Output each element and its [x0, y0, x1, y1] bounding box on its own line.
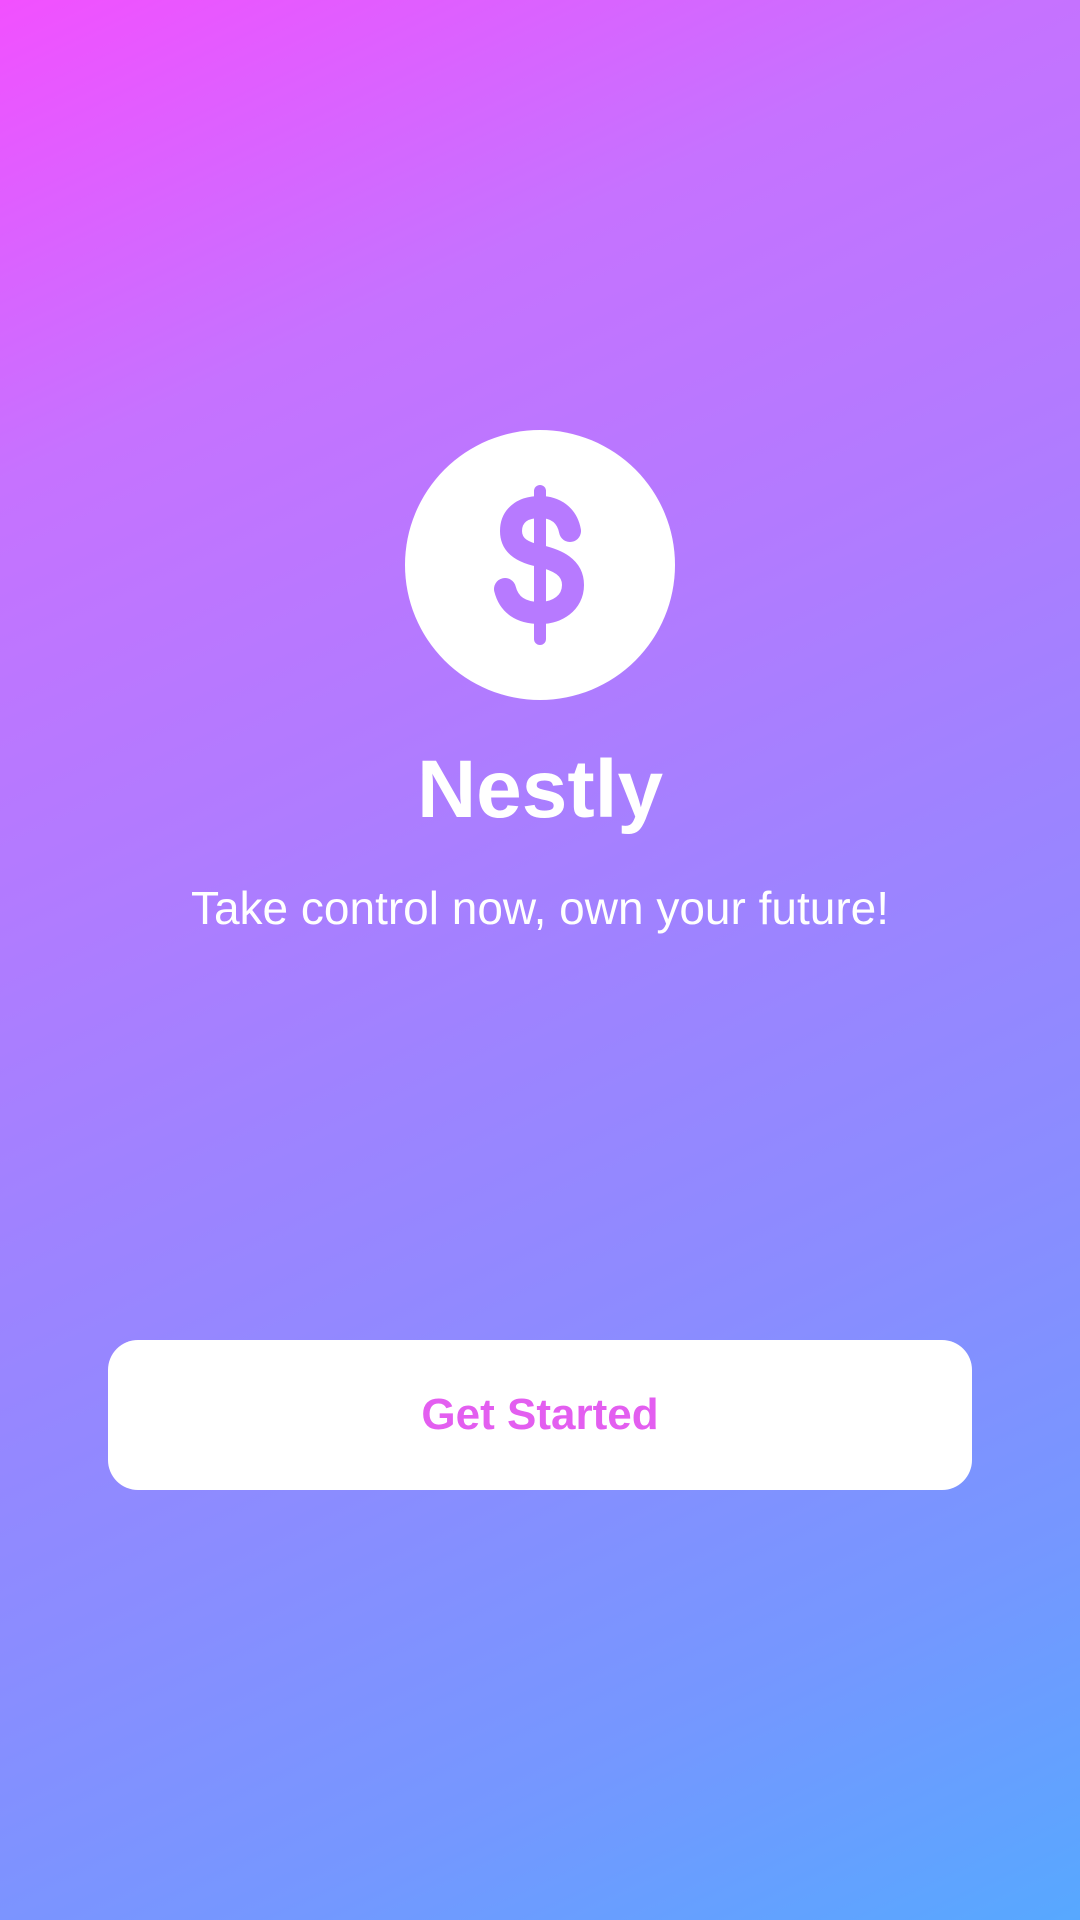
dollar-icon	[494, 485, 584, 645]
welcome-screen: Nestly Take control now, own your future…	[0, 0, 1080, 1920]
app-logo	[405, 430, 675, 700]
get-started-label: Get Started	[421, 1390, 659, 1439]
get-started-button[interactable]: Get Started	[108, 1340, 972, 1490]
app-title: Nestly	[416, 744, 664, 835]
app-tagline: Take control now, own your future!	[190, 882, 890, 934]
